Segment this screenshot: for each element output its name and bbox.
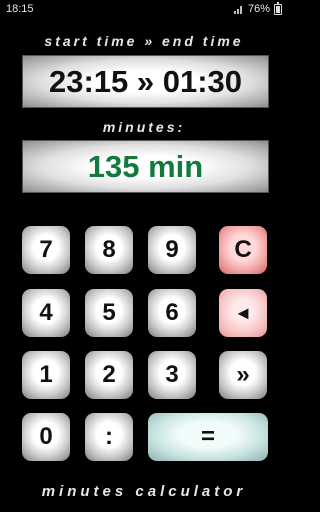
colon-button[interactable]: : — [85, 413, 133, 461]
status-time: 18:15 — [6, 3, 34, 15]
time-display: 23:15 » 01:30 — [22, 55, 269, 108]
minutes-label: minutes: — [102, 119, 186, 135]
key-9[interactable]: 9 — [148, 226, 196, 274]
clear-button[interactable]: C — [219, 226, 267, 274]
key-1[interactable]: 1 — [22, 351, 70, 399]
key-7[interactable]: 7 — [22, 226, 70, 274]
result-display: 135 min — [22, 140, 269, 193]
key-8[interactable]: 8 — [85, 226, 133, 274]
key-3[interactable]: 3 — [148, 351, 196, 399]
start-end-label: start time » end time — [44, 33, 244, 49]
separator-button[interactable]: » — [219, 351, 267, 399]
key-6[interactable]: 6 — [148, 289, 196, 337]
signal-icon — [233, 4, 244, 14]
key-4[interactable]: 4 — [22, 289, 70, 337]
key-5[interactable]: 5 — [85, 289, 133, 337]
status-bar: 18:15 76% — [0, 0, 288, 20]
battery-icon — [274, 1, 282, 15]
key-0[interactable]: 0 — [22, 413, 70, 461]
backspace-button[interactable]: ◄ — [219, 289, 267, 337]
status-right: 76% — [233, 1, 282, 15]
key-2[interactable]: 2 — [85, 351, 133, 399]
battery-percent: 76% — [247, 3, 270, 15]
app-footer-title: minutes calculator — [41, 483, 247, 500]
equals-button[interactable]: = — [148, 413, 268, 461]
